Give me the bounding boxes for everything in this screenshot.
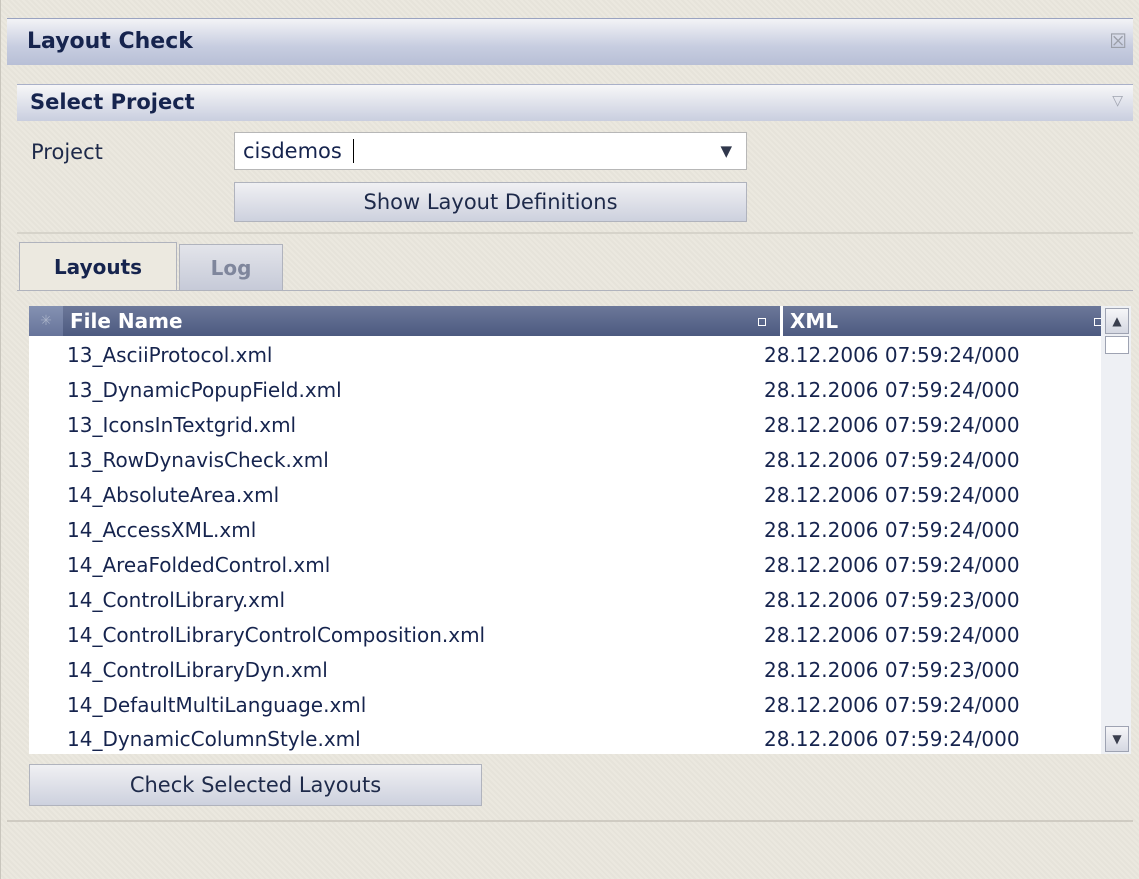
scrollbar-thumb[interactable]: [1105, 336, 1129, 354]
tab-layouts[interactable]: Layouts: [19, 242, 177, 290]
collapse-icon[interactable]: ▽: [1112, 93, 1123, 109]
table-row[interactable]: 14_ControlLibrary.xml 28.12.2006 07:59:23…: [29, 585, 1116, 615]
tab-log[interactable]: Log: [179, 244, 283, 290]
dropdown-arrow-icon[interactable]: ▼: [720, 142, 732, 160]
file-name-cell: 13_RowDynavisCheck.xml: [67, 448, 329, 472]
xml-cell: 28.12.2006 07:59:24/000: [764, 623, 1020, 647]
select-all-icon[interactable]: ✳: [29, 306, 63, 336]
column-header-file-name[interactable]: File Name: [63, 306, 780, 336]
xml-cell: 28.12.2006 07:59:24/000: [764, 727, 1020, 751]
table-row[interactable]: 14_AbsoluteArea.xml 28.12.2006 07:59:24/0…: [29, 480, 1116, 510]
xml-cell: 28.12.2006 07:59:24/000: [764, 413, 1020, 437]
layouts-grid: ✳ File Name XML 13_AsciiProtocol.xml 28.1…: [29, 306, 1131, 754]
xml-cell: 28.12.2006 07:59:24/000: [764, 518, 1020, 542]
table-row[interactable]: 13_IconsInTextgrid.xml 28.12.2006 07:59:2…: [29, 410, 1116, 440]
project-label: Project: [31, 140, 103, 164]
scroll-down-icon[interactable]: ▼: [1105, 726, 1129, 752]
show-layout-definitions-button[interactable]: Show Layout Definitions: [234, 182, 747, 222]
file-name-cell: 13_AsciiProtocol.xml: [67, 343, 273, 367]
file-name-cell: 14_DynamicColumnStyle.xml: [67, 727, 361, 751]
check-selected-layouts-button[interactable]: Check Selected Layouts: [29, 764, 482, 806]
window-title: Layout Check: [27, 29, 193, 54]
column-header-xml[interactable]: XML: [783, 306, 1116, 336]
scroll-up-icon[interactable]: ▲: [1105, 308, 1129, 334]
xml-cell: 28.12.2006 07:59:24/000: [764, 343, 1020, 367]
xml-cell: 28.12.2006 07:59:23/000: [764, 588, 1020, 612]
table-row[interactable]: 13_AsciiProtocol.xml 28.12.2006 07:59:24/…: [29, 340, 1116, 370]
table-row[interactable]: 14_AccessXML.xml 28.12.2006 07:59:24/000: [29, 515, 1116, 545]
file-name-cell: 14_DefaultMultiLanguage.xml: [67, 693, 367, 717]
status-divider: [7, 820, 1133, 822]
divider: [17, 232, 1133, 234]
title-bar: Layout Check ☒: [7, 18, 1133, 65]
column-header-label: File Name: [70, 309, 183, 333]
table-row[interactable]: 14_ControlLibraryDyn.xml 28.12.2006 07:59…: [29, 655, 1116, 685]
xml-cell: 28.12.2006 07:59:24/000: [764, 483, 1020, 507]
table-row[interactable]: 14_ControlLibraryControlComposition.xml 2…: [29, 620, 1116, 650]
file-name-cell: 14_AbsoluteArea.xml: [67, 483, 280, 507]
tab-underline: [17, 290, 1133, 291]
file-name-cell: 14_ControlLibrary.xml: [67, 588, 286, 612]
file-name-cell: 13_DynamicPopupField.xml: [67, 378, 342, 402]
xml-cell: 28.12.2006 07:59:24/000: [764, 693, 1020, 717]
xml-cell: 28.12.2006 07:59:24/000: [764, 553, 1020, 577]
table-row[interactable]: 14_DynamicColumnStyle.xml 28.12.2006 07:5…: [29, 724, 1116, 754]
project-combobox[interactable]: cisdemos ▼: [234, 132, 747, 170]
layout-check-window: Layout Check ☒ Select Project ▽ Project …: [0, 0, 1139, 879]
column-header-label: XML: [790, 309, 839, 333]
table-row[interactable]: 13_RowDynavisCheck.xml 28.12.2006 07:59:2…: [29, 445, 1116, 475]
file-name-cell: 14_AccessXML.xml: [67, 518, 257, 542]
sort-icon[interactable]: [758, 318, 766, 326]
vertical-scrollbar[interactable]: ▲ ▼: [1101, 306, 1131, 754]
close-icon[interactable]: ☒: [1109, 29, 1127, 53]
project-value: cisdemos: [243, 139, 342, 163]
xml-cell: 28.12.2006 07:59:24/000: [764, 378, 1020, 402]
file-name-cell: 14_ControlLibraryDyn.xml: [67, 658, 328, 682]
xml-cell: 28.12.2006 07:59:24/000: [764, 448, 1020, 472]
table-row[interactable]: 14_DefaultMultiLanguage.xml 28.12.2006 07…: [29, 690, 1116, 720]
xml-cell: 28.12.2006 07:59:23/000: [764, 658, 1020, 682]
text-caret: [353, 139, 354, 163]
file-name-cell: 13_IconsInTextgrid.xml: [67, 413, 297, 437]
file-name-cell: 14_ControlLibraryControlComposition.xml: [67, 623, 486, 647]
table-row[interactable]: 14_AreaFoldedControl.xml 28.12.2006 07:59…: [29, 550, 1116, 580]
table-row[interactable]: 13_DynamicPopupField.xml 28.12.2006 07:59…: [29, 375, 1116, 405]
file-name-cell: 14_AreaFoldedControl.xml: [67, 553, 331, 577]
select-project-header[interactable]: Select Project ▽: [17, 84, 1133, 121]
select-project-title: Select Project: [30, 90, 195, 114]
